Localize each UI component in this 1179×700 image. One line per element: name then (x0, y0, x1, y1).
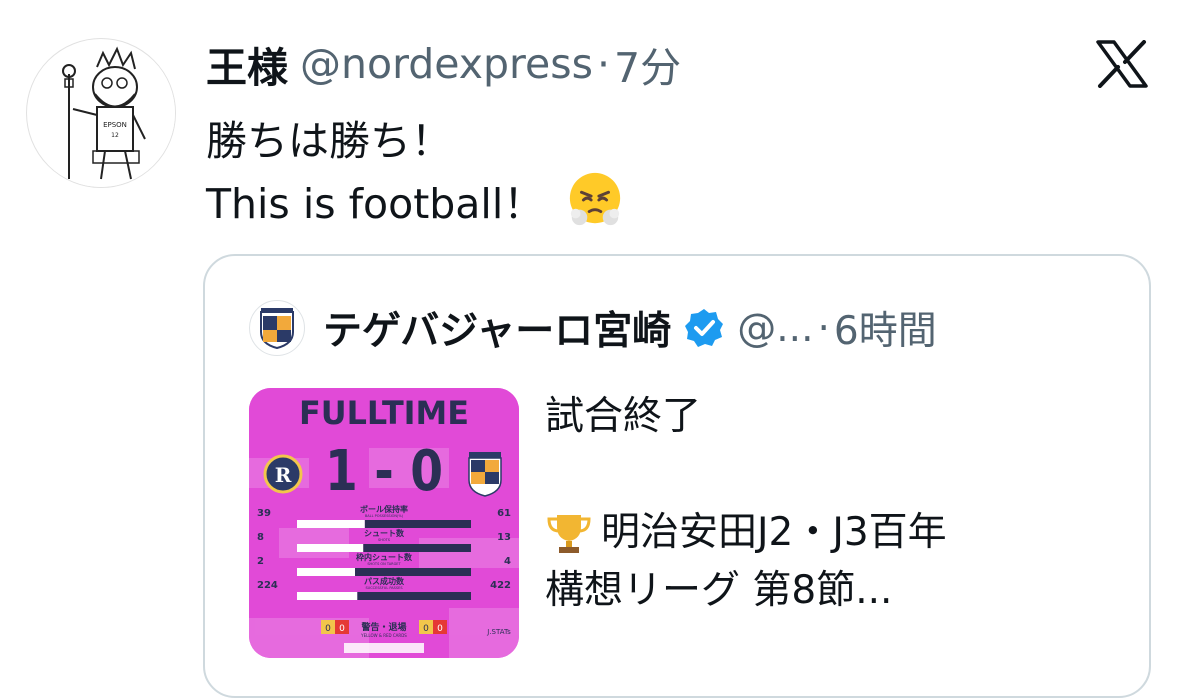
quoted-separator-dot: · (817, 305, 830, 351)
stat-home-value: 8 (257, 532, 264, 543)
quoted-text-line-4: 構想リーグ 第8節... (545, 568, 893, 613)
stat-away-value: 4 (504, 556, 511, 567)
separator-dot: · (596, 40, 610, 88)
quoted-tweet-timestamp[interactable]: 6時間 (834, 300, 937, 356)
stat-sub-label: SUCCESSFUL PASSES (365, 586, 403, 590)
svg-text:12: 12 (111, 132, 119, 139)
stat-sub-label: SHOTS ON TARGET (367, 562, 401, 566)
stat-away-value: 13 (497, 532, 511, 543)
stat-away-bar (363, 544, 471, 552)
stat-away-value: 61 (497, 508, 511, 519)
stat-sub-label: SHOTS (378, 538, 391, 542)
stat-home-value: 224 (257, 580, 278, 591)
stat-home-value: 39 (257, 508, 271, 519)
quoted-author-handle[interactable]: @... (737, 306, 813, 351)
stat-home-bar (297, 520, 365, 528)
shirt-text: EPSON (103, 121, 127, 129)
tweet-timestamp[interactable]: 7分 (614, 34, 681, 94)
stat-away-value: 422 (490, 580, 511, 591)
stat-home-bar (297, 592, 358, 600)
quoted-tweet-header: テゲバジャーロ宮崎 @... · 6時間 (249, 300, 937, 356)
tweet-text-line-2-text: This is football！ (206, 180, 545, 228)
author-handle[interactable]: @nordexpress (300, 40, 593, 88)
stat-home-value: 2 (257, 556, 264, 567)
svg-text:0: 0 (423, 624, 429, 634)
cards-sub-label: YELLOW & RED CARDS (360, 633, 407, 638)
trophy-icon (547, 515, 591, 553)
tweet-text-line-1: 勝ちは勝ち！ (206, 117, 452, 165)
x-logo-icon[interactable] (1096, 40, 1148, 88)
author-display-name[interactable]: 王様 (206, 34, 288, 94)
king-illustration: EPSON 12 (28, 40, 175, 187)
fulltime-graphic: FULLTIME R 1 - 0 ボール保持率BALL POSSESSION(%… (249, 388, 519, 658)
svg-text:0: 0 (339, 624, 345, 634)
tweet-text-line-2: This is football！ (206, 170, 624, 230)
stat-away-bar (355, 568, 471, 576)
cards-label: 警告・退場 (361, 621, 406, 633)
stat-home-bar (297, 568, 355, 576)
stat-label: シュート数 (364, 528, 405, 538)
stat-away-bar (364, 520, 471, 528)
quoted-tweet-text: 試合終了 明治安田J2・J3百年 構想リーグ 第8節... (545, 388, 1105, 620)
face-with-steam-from-nose-icon (570, 172, 621, 226)
verified-badge-icon (685, 309, 724, 347)
stat-label: 枠内シュート数 (355, 552, 413, 562)
author-avatar[interactable]: EPSON 12 (26, 38, 176, 188)
svg-text:0: 0 (437, 624, 443, 634)
quoted-tweet-card[interactable]: テゲバジャーロ宮崎 @... · 6時間 FULLTIME R 1 - 0 ボー… (203, 254, 1151, 698)
stats-brand: J.STATs (486, 628, 511, 636)
quoted-author-display-name[interactable]: テゲバジャーロ宮崎 (323, 300, 671, 356)
stat-label: ボール保持率 (360, 504, 408, 514)
club-crest-icon (260, 308, 294, 350)
stat-home-bar (297, 544, 364, 552)
svg-text:0: 0 (325, 624, 331, 634)
final-score: 1 - 0 (325, 439, 443, 504)
quoted-blank-line (545, 446, 1105, 504)
quoted-text-line-3-text: 明治安田J2・J3百年 (601, 510, 947, 555)
match-result-image[interactable]: FULLTIME R 1 - 0 ボール保持率 BALL POSSESSION(%… (249, 388, 519, 658)
quoted-author-avatar[interactable] (249, 300, 305, 356)
quoted-text-line-1: 試合終了 (545, 394, 702, 439)
fulltime-title: FULLTIME (299, 394, 469, 432)
home-crest-letter: R (275, 463, 292, 487)
stat-sub-label: BALL POSSESSION(%) (365, 514, 404, 518)
quoted-text-line-3: 明治安田J2・J3百年 (545, 504, 1105, 562)
stat-label: パス成功数 (364, 576, 405, 586)
tweet-header: 王様 @nordexpress · 7分 (206, 38, 681, 92)
stat-away-bar (357, 592, 471, 600)
away-crest-icon (468, 452, 502, 497)
